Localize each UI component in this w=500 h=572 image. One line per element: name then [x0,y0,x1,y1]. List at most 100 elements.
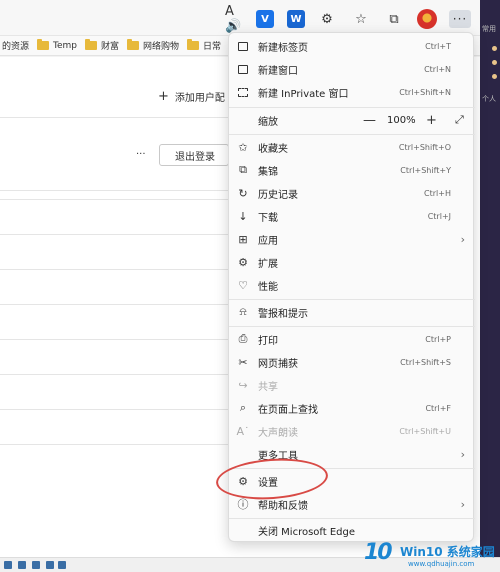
menu-item-collections[interactable]: ⧉ 集锦 Ctrl+Shift+Y [229,159,475,181]
extension-v-icon[interactable]: V [256,10,274,28]
web-capture-icon: ✂ [238,355,248,369]
menu-item-extensions[interactable]: ⚙ 扩展 [229,251,475,273]
read-aloud-icon[interactable]: A🔊 [225,4,243,34]
help-icon: ⓘ [237,498,249,511]
divider [0,190,230,191]
menu-item-performance[interactable]: ♡ 性能 [229,274,475,296]
menu-label: 集锦 [258,166,278,178]
favorite-label: Temp [53,40,78,51]
taskbar-app-icon[interactable] [18,561,26,569]
favorites-star-icon: ✩ [238,140,248,154]
new-window-icon [237,63,249,75]
menu-item-new-inprivate[interactable]: 新建 InPrivate 窗口 Ctrl+Shift+N [229,81,475,103]
favorite-folder-daily[interactable]: 日常 [187,39,221,52]
browser-toolbar: A🔊 V W ⚙ ☆ ⧉ ··· [0,0,480,36]
favorite-label: 日常 [203,42,222,52]
read-aloud-icon: A˙ [236,424,250,438]
favorites-star-icon[interactable]: ☆ [352,10,370,28]
logout-label: 退出登录 [175,151,215,163]
favorite-label: 的资源 [2,42,30,52]
side-panel-dot [492,46,497,51]
divider [0,199,230,200]
logout-button[interactable]: 退出登录 [159,144,229,166]
divider [0,117,230,118]
menu-label: 警报和提示 [258,308,308,320]
menu-label: 网页捕获 [258,358,298,370]
divider [0,374,230,375]
share-icon: ↪ [238,378,248,392]
menu-label: 收藏夹 [258,143,288,155]
apps-grid-icon: ⊞ [238,232,248,246]
collections-icon: ⧉ [239,163,247,176]
menu-label: 新建 InPrivate 窗口 [258,88,349,100]
zoom-level: 100% [387,114,416,126]
printer-icon: ⎙ [238,332,248,345]
zoom-out-button[interactable]: — [363,113,376,128]
menu-item-downloads[interactable]: ↓ 下载 Ctrl+J [229,205,475,227]
more-options-button[interactable]: ··· [136,149,146,160]
menu-separator [229,107,475,108]
menu-shortcut: Ctrl+N [424,64,451,74]
menu-separator [229,299,475,300]
history-icon: ↻ [238,186,248,200]
menu-item-alerts[interactable]: ⍾ 警报和提示 [229,301,475,323]
taskbar-app-icon[interactable] [46,561,54,569]
favorite-item[interactable]: 的资源 [2,39,29,52]
menu-label: 新建标签页 [258,42,308,54]
download-icon: ↓ [238,209,248,223]
profile-avatar[interactable] [417,9,437,29]
bell-icon: ⍾ [239,305,247,318]
menu-label: 缩放 [258,116,278,128]
menu-shortcut: Ctrl+P [425,334,451,344]
taskbar-app-icon[interactable] [58,561,66,569]
chevron-right-icon: › [460,232,465,246]
menu-label: 大声朗读 [258,427,298,439]
menu-item-favorites[interactable]: ✩ 收藏夹 Ctrl+Shift+O [229,136,475,158]
fullscreen-icon[interactable]: ⤢ [455,113,464,127]
menu-item-new-tab[interactable]: 新建标签页 Ctrl+T [229,35,475,57]
side-panel-label: 个人 [482,95,496,103]
menu-item-apps[interactable]: ⊞ 应用 › [229,228,475,250]
menu-item-close-edge[interactable]: 关闭 Microsoft Edge [229,519,475,541]
folder-icon [37,39,50,50]
side-panel-dot [492,60,497,65]
menu-shortcut: Ctrl+F [425,403,451,413]
side-panel-dot [492,74,497,79]
more-menu-button[interactable]: ··· [449,10,471,28]
menu-item-new-window[interactable]: 新建窗口 Ctrl+N [229,58,475,80]
menu-item-web-capture[interactable]: ✂ 网页捕获 Ctrl+Shift+S [229,351,475,373]
folder-icon [85,39,98,50]
menu-shortcut: Ctrl+Shift+N [399,87,451,97]
taskbar-app-icon[interactable] [4,561,12,569]
menu-label: 在页面上查找 [258,404,318,416]
watermark-logo: 10 Win10 系统家园 www.qdhuajin.com [364,540,500,570]
taskbar-app-icon[interactable] [32,561,40,569]
extension-w-icon[interactable]: W [287,10,305,28]
menu-label: 历史记录 [258,189,298,201]
plus-icon: + [158,89,169,104]
add-user-profile-link[interactable]: + 添加用户配 [158,89,225,104]
menu-item-zoom: 缩放 — 100% + ⤢ [229,109,475,131]
menu-label: 性能 [258,281,278,293]
favorite-folder-wealth[interactable]: 财富 [85,39,119,52]
menu-item-print[interactable]: ⎙ 打印 Ctrl+P [229,328,475,350]
menu-separator [229,326,475,327]
menu-item-history[interactable]: ↻ 历史记录 Ctrl+H [229,182,475,204]
favorite-folder-shopping[interactable]: 网络购物 [127,39,179,52]
extensions-puzzle-icon[interactable]: ⚙ [318,10,336,28]
folder-icon [127,39,140,50]
menu-shortcut: Ctrl+Shift+S [400,357,451,367]
side-panel-label: 常用 [482,25,496,33]
menu-item-share: ↪ 共享 [229,374,475,396]
zoom-in-button[interactable]: + [426,113,437,128]
favorite-folder-temp[interactable]: Temp [37,39,78,51]
menu-label: 共享 [258,381,278,393]
find-icon: ⌕ [239,401,247,414]
menu-item-find-on-page[interactable]: ⌕ 在页面上查找 Ctrl+F [229,397,475,419]
chevron-right-icon: › [460,447,465,461]
watermark-title: Win10 系统家园 [400,545,495,559]
watermark-url: www.qdhuajin.com [408,560,475,568]
menu-shortcut: Ctrl+Shift+Y [400,165,451,175]
divider [0,269,230,270]
collections-icon[interactable]: ⧉ [385,10,403,28]
